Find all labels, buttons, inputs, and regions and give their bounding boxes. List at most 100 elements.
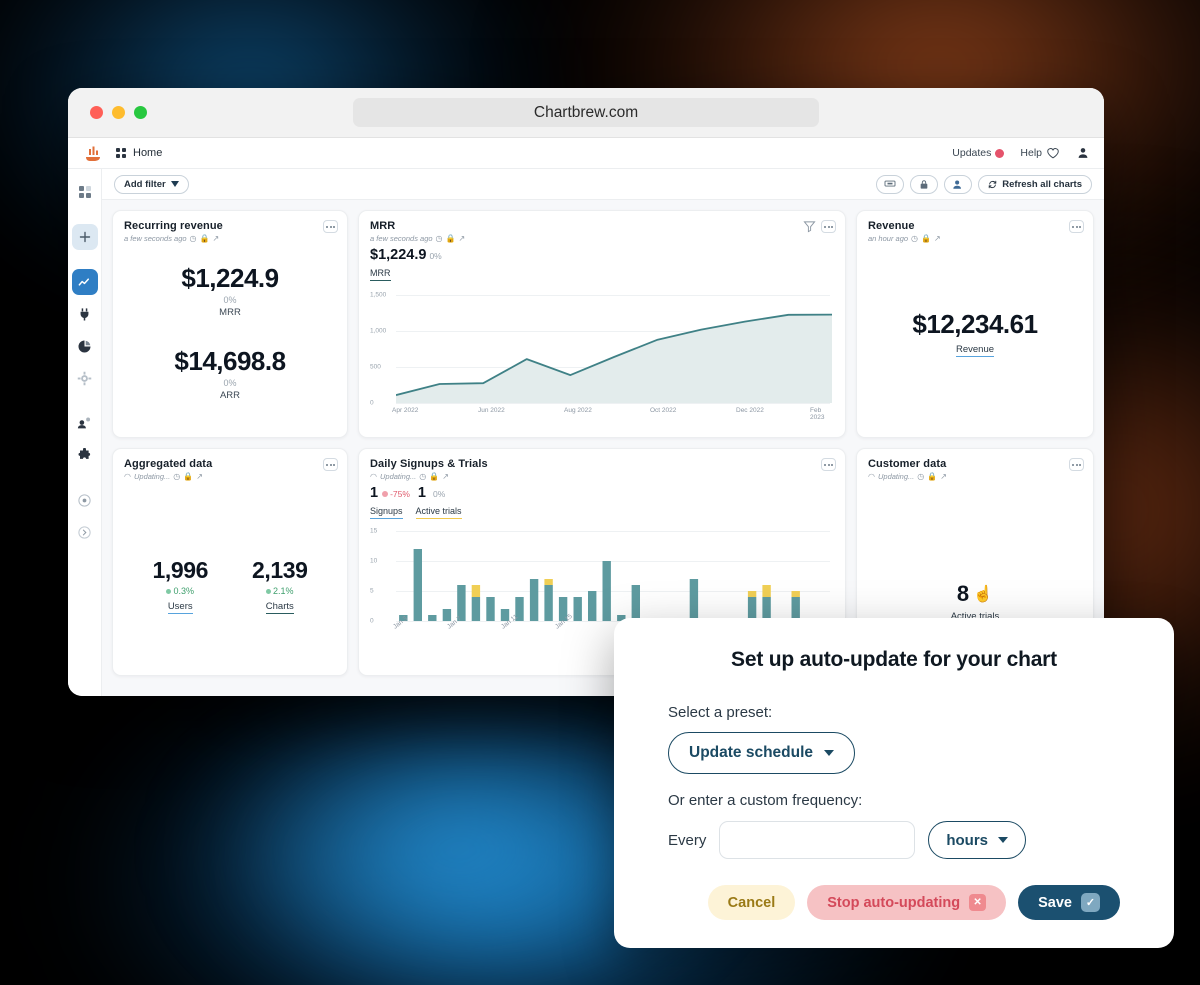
sidebar-item-add[interactable] [71, 224, 98, 250]
share-icon: ↗ [940, 472, 947, 481]
mrr-legend: MRR [370, 268, 834, 281]
frequency-unit-select[interactable]: hours [928, 821, 1027, 859]
users-label[interactable]: Users [167, 601, 193, 614]
sidebar-item-expand[interactable] [72, 519, 98, 545]
toolbar-actions: Refresh all charts [876, 174, 1092, 194]
help-button[interactable]: Help [1020, 146, 1060, 160]
spinner-icon: ◠ [124, 472, 131, 481]
kpi-arr-value: $14,698.8 [174, 346, 286, 376]
puzzle-icon [78, 447, 91, 459]
card-title: MRR [370, 220, 396, 232]
chartbrew-logo-icon[interactable] [82, 143, 104, 163]
card-meta: ◠ Updating... ◷ 🔒 ↗ [370, 472, 834, 481]
card-meta-text: Updating... [379, 472, 417, 481]
clock-icon: ◷ [911, 234, 919, 243]
card-title: Customer data [868, 458, 947, 470]
auto-update-modal: Set up auto-update for your chart Select… [614, 618, 1174, 948]
chevron-down-icon [998, 837, 1009, 843]
presentation-icon-button[interactable] [876, 174, 905, 194]
card-meta: a few seconds ago ◷ 🔒 ↗ [370, 234, 834, 243]
frequency-input[interactable] [719, 821, 916, 859]
home-label: Home [133, 147, 163, 159]
sidebar-item-preview[interactable] [72, 487, 98, 513]
kpi-mrr-value: $1,224.9 [181, 263, 279, 293]
preset-label: Select a preset: [668, 704, 773, 721]
lock-icon: 🔒 [183, 472, 194, 481]
user-avatar-icon[interactable] [1076, 146, 1090, 160]
kpi-mrr-pct: 0% [223, 295, 237, 305]
mrr-headline-pct: 0% [429, 251, 442, 261]
stop-auto-updating-button[interactable]: Stop auto-updating ✕ [807, 885, 1007, 920]
url-bar[interactable]: Chartbrew.com [353, 98, 819, 127]
lock-icon-button[interactable] [910, 174, 939, 194]
clock-icon: ◷ [189, 234, 197, 243]
modal-title: Set up auto-update for your chart [731, 648, 1057, 671]
updates-button[interactable]: Updates [952, 147, 1005, 159]
eye-icon [78, 493, 91, 507]
stop-auto-updating-label: Stop auto-updating [827, 894, 961, 911]
trials-pct: 0% [433, 489, 446, 499]
share-icon: ↗ [934, 234, 941, 243]
card-menu-button[interactable] [1069, 220, 1084, 233]
users-value: 1,996 [152, 557, 208, 583]
legend-item-active-trials[interactable]: Active trials [415, 506, 462, 519]
card-meta-text: Updating... [133, 472, 171, 481]
card-menu-button[interactable] [1069, 458, 1084, 471]
kpi-group: $1,224.9 0% MRR $14,698.8 0% ARR [124, 243, 336, 421]
filter-funnel-icon[interactable] [803, 220, 816, 233]
sidebar-item-settings[interactable] [72, 365, 98, 391]
card-menu-button[interactable] [323, 458, 338, 471]
frequency-unit-value: hours [946, 831, 989, 849]
aggregated-users: 1,996 0.3% Users [152, 557, 208, 614]
lock-icon: 🔒 [199, 234, 210, 243]
charts-label[interactable]: Charts [265, 601, 294, 614]
gear-icon [77, 371, 92, 385]
cancel-button[interactable]: Cancel [707, 885, 796, 920]
revenue-label[interactable]: Revenue [955, 344, 995, 357]
share-user-icon [953, 180, 962, 189]
grid-icon [78, 186, 91, 198]
presentation-icon [884, 180, 896, 187]
share-icon: ↗ [458, 234, 466, 243]
sidebar-item-connections[interactable] [72, 301, 98, 327]
revenue-kpi: $12,234.61 Revenue [868, 243, 1082, 423]
charts-delta: 2.1% [252, 586, 308, 596]
refresh-icon [989, 180, 997, 188]
maximize-window-button[interactable] [134, 106, 147, 119]
sidebar-item-integrations[interactable] [72, 442, 98, 468]
sidebar-item-dashboards[interactable] [72, 179, 98, 205]
every-label: Every [668, 831, 707, 849]
card-aggregated-data: Aggregated data ◠ Updating... ◷ 🔒 ↗ 1,99… [112, 448, 348, 676]
update-schedule-value: Update schedule [689, 744, 814, 761]
card-meta: a few seconds ago ◷ 🔒 ↗ [124, 234, 336, 243]
check-icon: ✓ [1081, 893, 1100, 912]
window-controls [90, 106, 147, 119]
refresh-all-charts-button[interactable]: Refresh all charts [978, 174, 1092, 194]
sidebar-item-team[interactable] [72, 410, 98, 436]
legend-item-mrr[interactable]: MRR [370, 268, 391, 281]
up-arrow-icon [266, 588, 272, 594]
charts-value: 2,139 [252, 557, 308, 583]
card-meta-text: a few seconds ago [124, 234, 187, 243]
save-button[interactable]: Save ✓ [1018, 885, 1120, 920]
lock-icon: 🔒 [921, 234, 931, 243]
card-menu-button[interactable] [821, 458, 836, 471]
legend-item-signups[interactable]: Signups [370, 506, 403, 519]
update-schedule-select[interactable]: Update schedule [668, 732, 856, 774]
add-filter-button[interactable]: Add filter [114, 174, 189, 194]
close-window-button[interactable] [90, 106, 103, 119]
share-icon: ↗ [212, 234, 220, 243]
plug-icon [80, 307, 89, 320]
card-menu-button[interactable] [821, 220, 836, 233]
chevron-down-icon [170, 181, 179, 187]
kpi-arr-label: ARR [219, 390, 241, 401]
x-tick-3: Oct 2022 [650, 407, 677, 414]
home-breadcrumb[interactable]: Home [116, 147, 162, 159]
sidebar-item-charts[interactable] [71, 269, 98, 295]
share-user-icon-button[interactable] [944, 174, 973, 194]
close-icon: ✕ [969, 894, 987, 911]
minimize-window-button[interactable] [112, 106, 125, 119]
sidebar-item-datasets[interactable] [72, 333, 98, 359]
pie-chart-icon [78, 340, 91, 352]
card-menu-button[interactable] [323, 220, 338, 233]
